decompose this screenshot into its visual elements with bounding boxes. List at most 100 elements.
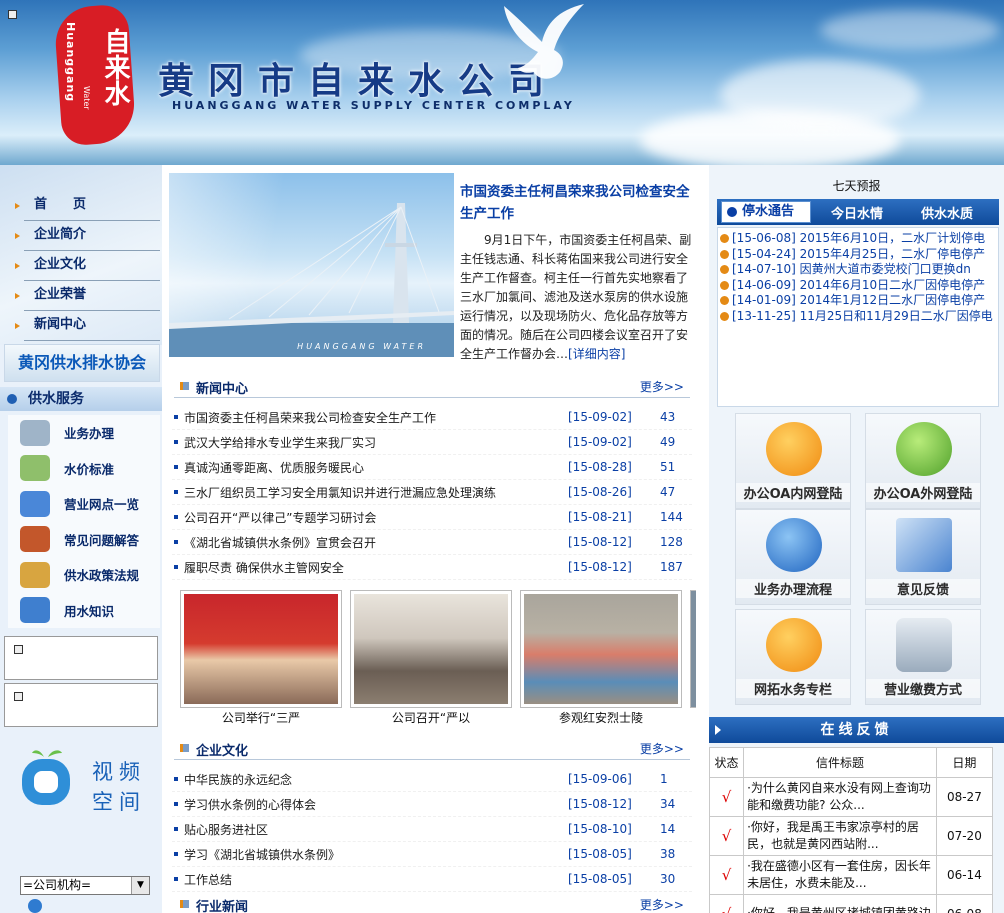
news-title[interactable]: 真诚沟通零距离、优质服务暖民心 [184,459,568,476]
online-feedback-heading: 在线反馈 [709,717,1004,743]
news-center-header: 新闻中心 更多>> [174,374,690,398]
service-policy[interactable]: 供水政策法规 [8,557,160,593]
user-alert-icon [766,422,822,476]
notice-item[interactable]: [14-07-10] 因黄州大道市委党校门口更换dn [720,262,994,278]
gallery-item[interactable]: 公司举行“三严 [180,590,342,728]
books-icon [20,526,50,553]
logo-zh-text: 自来水 [100,28,130,106]
news-row[interactable]: 《湖北省城镇供水条例》宣贯会召开 [15-08-12] 128 [172,530,692,555]
nav-item-home[interactable]: 首 页 [15,191,160,221]
user-alert-icon [766,618,822,672]
industry-more-link[interactable]: 更多>> [640,896,684,913]
culture-row[interactable]: 中华民族的永远纪念 [15-09-06] 1 [172,767,692,792]
news-title[interactable]: 武汉大学给排水专业学生来我厂实习 [184,434,568,451]
notice-item[interactable]: [14-01-09] 2014年1月12日二水厂因停电停产 [720,293,994,309]
culture-title[interactable]: 学习《湖北省城镇供水条例》 [184,846,568,863]
org-select[interactable]: =公司机构= ▼ [20,876,150,895]
culture-title[interactable]: 学习供水条例的心得体会 [184,796,568,813]
nav-item-culture[interactable]: 企业文化 [15,251,160,281]
tile-label: 业务办理流程 [736,579,850,598]
broken-image-icon [8,10,17,19]
notice-list: [15-06-08] 2015年6月10日，二水厂计划停电 [15-04-24]… [717,227,999,407]
feedback-title[interactable]: ·为什么黄冈自来水没有网上查询功能和缴费功能? 公众... [743,777,937,817]
culture-more-link[interactable]: 更多>> [640,740,684,757]
culture-title[interactable]: 贴心服务进社区 [184,821,568,838]
feedback-row[interactable]: √ ·为什么黄冈自来水没有网上查询功能和缴费功能? 公众... 08-27 [708,777,994,817]
tile-oa-extranet[interactable]: 办公OA外网登陆 [865,413,981,509]
notice-tabs: 停水通告 今日水情 供水水质 [717,199,999,225]
gallery-item[interactable]: 参观红安烈士陵 [520,590,682,728]
feedback-title[interactable]: ·你好，我是禹王韦家凉亭村的居民，也就是黄冈西站附... [743,816,937,856]
feedback-row[interactable]: √ ·你好，我是禹王韦家凉亭村的居民，也就是黄冈西站附... 07-20 [708,816,994,856]
feedback-title[interactable]: ·我在盛德小区有一套住房，因长年未居住，水费未能及... [743,855,937,895]
seven-day-forecast[interactable]: 七天预报 [709,177,1004,194]
feedback-row[interactable]: √ ·我在盛德小区有一套住房，因长年未居住，水费未能及... 06-14 [708,855,994,895]
news-title[interactable]: 三水厂组织员工学习安全用氯知识并进行泄漏应急处理演练 [184,484,568,501]
culture-title[interactable]: 中华民族的永远纪念 [184,771,568,788]
lead-title[interactable]: 市国资委主任柯昌荣来我公司检查安全生产工作 [460,181,694,225]
news-date: [15-08-28] [568,460,632,474]
col-date: 日期 [935,747,994,778]
nav-item-honors[interactable]: 企业荣誉 [15,281,160,311]
notice-item[interactable]: [15-04-24] 2015年4月25日，二水厂停电停产 [720,247,994,263]
main-content: HUANGGANG WATER 市国资委主任柯昌荣来我公司检查安全生产工作 9月… [164,165,707,913]
nav-item-news[interactable]: 新闻中心 [15,311,160,341]
video-space-icon[interactable] [16,745,76,815]
news-more-link[interactable]: 更多>> [640,378,684,395]
tile-feedback[interactable]: 意见反馈 [865,509,981,605]
culture-row[interactable]: 贴心服务进社区 [15-08-10] 14 [172,817,692,842]
nav-item-about[interactable]: 企业简介 [15,221,160,251]
news-title[interactable]: 履职尽责 确保供水主管网安全 [184,559,568,576]
water-association-banner[interactable]: 黄冈供水排水协会 [4,344,160,382]
notice-item[interactable]: [14-06-09] 2014年6月10日二水厂因停电停产 [720,278,994,294]
service-price[interactable]: 水价标准 [8,451,160,487]
gallery-item-partial [690,590,696,708]
section-title: 新闻中心 [179,378,248,397]
tile-business-process[interactable]: 业务办理流程 [735,509,851,605]
news-title[interactable]: 《湖北省城镇供水条例》宣贯会召开 [184,534,568,551]
news-row[interactable]: 市国资委主任柯昌荣来我公司检查安全生产工作 [15-09-02] 43 [172,405,692,430]
status-check-icon: √ [708,816,745,856]
culture-row[interactable]: 工作总结 [15-08-05] 30 [172,867,692,892]
culture-count: 30 [660,872,676,886]
feedback-row[interactable]: √ ·你好，我是黄州区堵城镇团黄路边 06-08 [708,894,994,913]
news-date: [15-08-26] [568,485,632,499]
tile-oa-intranet[interactable]: 办公OA内网登陆 [735,413,851,509]
video-space-label[interactable]: 视频空间 [92,757,152,817]
notice-item[interactable]: [15-06-08] 2015年6月10日，二水厂计划停电 [720,231,994,247]
logo-en2-text: Water [82,86,91,110]
feedback-title[interactable]: ·你好，我是黄州区堵城镇团黄路边 [743,894,937,913]
culture-title[interactable]: 工作总结 [184,871,568,888]
culture-row[interactable]: 学习《湖北省城镇供水条例》 [15-08-05] 38 [172,842,692,867]
lead-body-text: 9月1日下午，市国资委主任柯昌荣、副主任钱志通、科长蒋佑国来我公司进行安全生产工… [460,233,692,361]
gallery-caption: 公司举行“三严 [221,711,301,725]
notice-item[interactable]: [13-11-25] 11月25日和11月29日二水厂因停电 [720,309,994,325]
culture-row[interactable]: 学习供水条例的心得体会 [15-08-12] 34 [172,792,692,817]
feedback-date: 07-20 [935,816,994,856]
news-row[interactable]: 三水厂组织员工学习安全用氯知识并进行泄漏应急处理演练 [15-08-26] 47 [172,480,692,505]
lead-photo[interactable]: HUANGGANG WATER [169,173,454,357]
service-outlets[interactable]: 营业网点一览 [8,486,160,522]
news-count: 49 [660,435,676,449]
service-knowledge[interactable]: 用水知识 [8,593,160,629]
gallery-item[interactable]: 公司召开“严以 [350,590,512,728]
news-row[interactable]: 履职尽责 确保供水主管网安全 [15-08-12] 187 [172,555,692,580]
service-label: 用水知识 [64,603,115,619]
news-row[interactable]: 真诚沟通零距离、优质服务暖民心 [15-08-28] 51 [172,455,692,480]
lead-more-link[interactable]: [详细内容] [568,347,625,361]
search-go-icon[interactable] [28,899,42,913]
tab-today-water[interactable]: 今日水情 [831,203,883,222]
news-title[interactable]: 市国资委主任柯昌荣来我公司检查安全生产工作 [184,409,568,426]
news-title[interactable]: 公司召开“严以律己”专题学习研讨会 [184,509,568,526]
tile-network-water[interactable]: 网拓水务专栏 [735,609,851,705]
service-business[interactable]: 业务办理 [8,415,160,451]
tile-payment-methods[interactable]: 营业缴费方式 [865,609,981,705]
tile-label: 营业缴费方式 [866,679,980,698]
news-count: 128 [660,535,683,549]
tab-water-quality[interactable]: 供水水质 [921,203,973,222]
news-row[interactable]: 公司召开“严以律己”专题学习研讨会 [15-08-21] 144 [172,505,692,530]
service-faq[interactable]: 常见问题解答 [8,522,160,558]
news-row[interactable]: 武汉大学给排水专业学生来我厂实习 [15-09-02] 49 [172,430,692,455]
tab-water-outage[interactable]: 停水通告 [721,201,811,223]
culture-date: [15-08-10] [568,822,632,836]
